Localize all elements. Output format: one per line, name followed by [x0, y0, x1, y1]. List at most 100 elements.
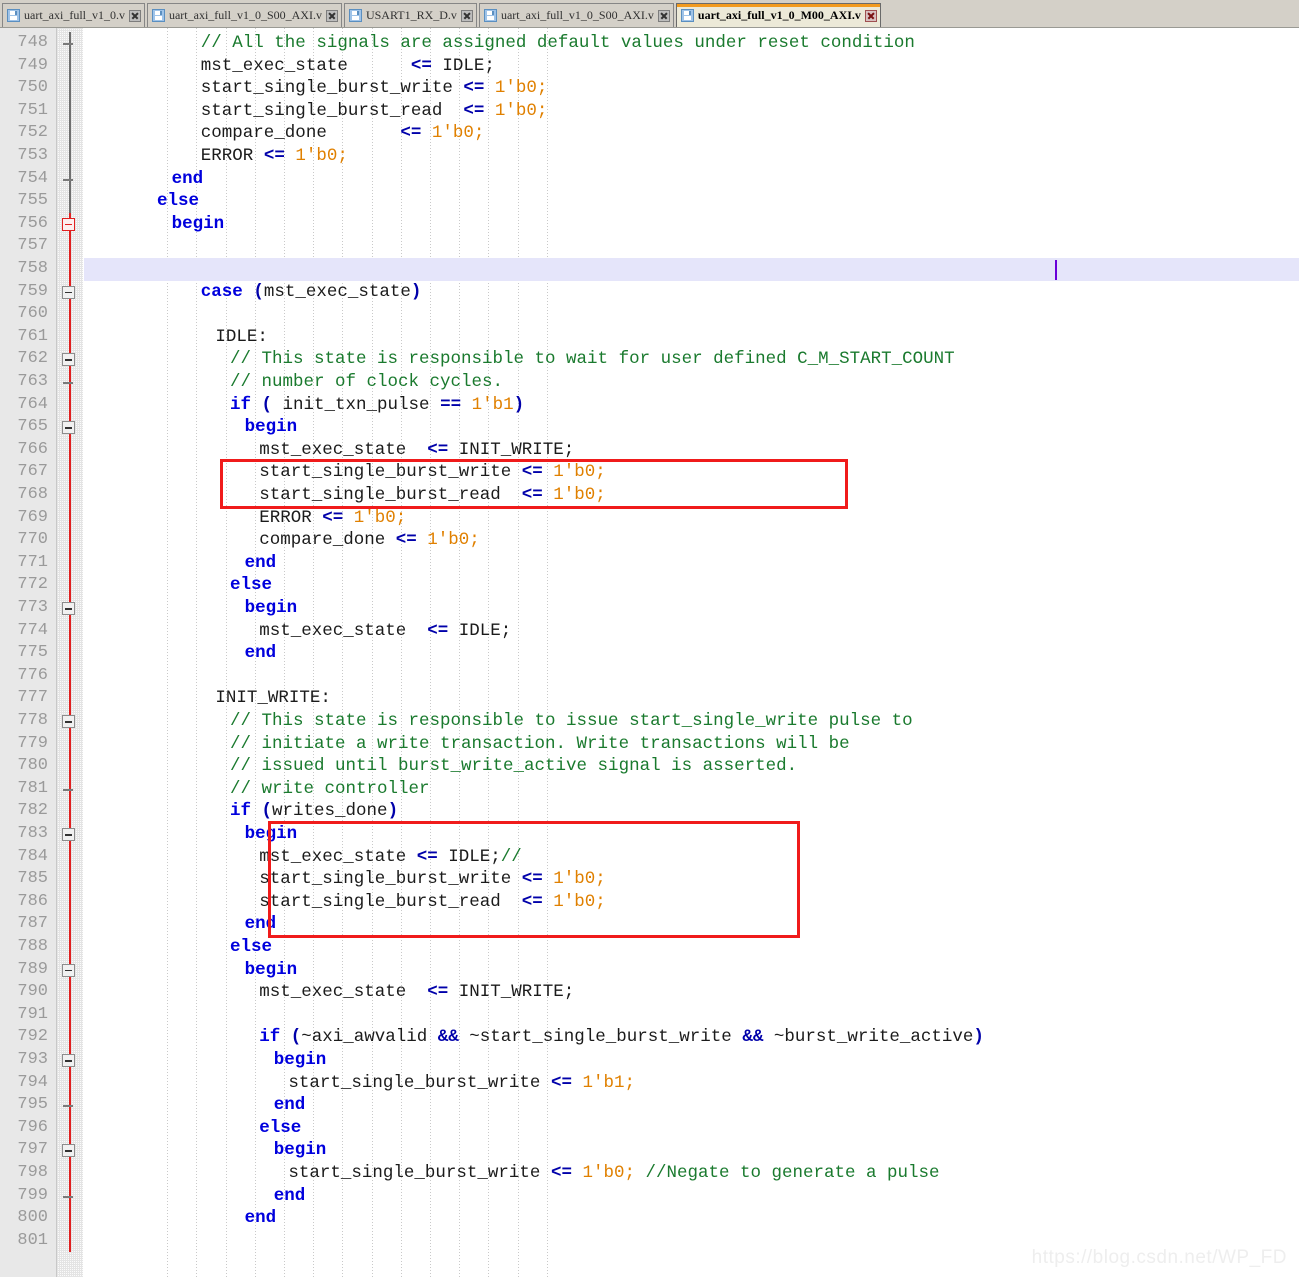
close-icon[interactable] [325, 9, 338, 22]
code-line[interactable]: ERROR <= 1'b0; [84, 507, 1299, 530]
code-token-op: && [437, 1027, 470, 1048]
fold-collapse-icon[interactable] [62, 828, 75, 841]
fold-collapse-icon[interactable] [62, 1054, 75, 1067]
line-number: 767 [17, 462, 48, 482]
code-line[interactable]: INIT_WRITE: [84, 687, 1299, 710]
fold-collapse-icon[interactable] [62, 217, 75, 231]
code-line[interactable]: begin [84, 1139, 1299, 1162]
code-line[interactable]: begin [84, 597, 1299, 620]
editor-tab-3[interactable]: uart_axi_full_v1_0_S00_AXI.v [478, 3, 674, 27]
code-line[interactable]: end [84, 1185, 1299, 1208]
code-line[interactable]: if ( init_txn_pulse == 1'b1) [84, 394, 1299, 417]
editor-tab-4[interactable]: uart_axi_full_v1_0_M00_AXI.v [675, 3, 881, 27]
code-token-num: 1'b0; [427, 530, 480, 551]
line-number: 790 [17, 982, 48, 1002]
fold-collapse-icon[interactable] [62, 285, 75, 299]
editor-tab-label: USART1_RX_D.v [365, 8, 457, 22]
code-line[interactable]: end [84, 913, 1299, 936]
code-editor-pane[interactable]: 748 749 750 751 752 753 754 755 756 757 758 759 760 7… [0, 28, 1299, 1277]
code-token-num: 1'b0; [553, 869, 606, 890]
code-token-cmt: // This state is responsible to issue st… [230, 711, 913, 731]
code-line[interactable]: else [84, 190, 1299, 213]
code-line[interactable]: start_single_burst_write <= 1'b0; [84, 868, 1299, 891]
code-line[interactable]: else [84, 574, 1299, 597]
fold-collapse-icon[interactable] [62, 421, 75, 435]
code-line[interactable]: start_single_burst_write <= 1'b1; [84, 1072, 1299, 1095]
line-number: 777 [17, 688, 48, 708]
fold-collapse-icon[interactable] [62, 602, 75, 615]
editor-tab-2[interactable]: USART1_RX_D.v [343, 3, 477, 27]
code-line[interactable]: else [84, 1117, 1299, 1140]
code-line[interactable]: // issued until burst_write_active signa… [84, 755, 1299, 778]
code-line[interactable]: // All the signals are assigned default … [84, 32, 1299, 55]
fold-collapse-icon[interactable] [62, 963, 75, 977]
code-line[interactable]: end [84, 552, 1299, 575]
editor-tab-label: uart_axi_full_v1_0_M00_AXI.v [697, 8, 861, 22]
line-number: 789 [17, 959, 48, 979]
code-line[interactable]: end [84, 1207, 1299, 1230]
code-line[interactable]: mst_exec_state <= INIT_WRITE; [84, 981, 1299, 1004]
code-token-op: <= [263, 146, 296, 166]
code-line[interactable]: mst_exec_state <= IDLE; [84, 55, 1299, 78]
code-line[interactable]: begin [84, 823, 1299, 846]
code-line[interactable]: // initiate a write transaction. Write t… [84, 733, 1299, 756]
code-line[interactable]: end [84, 168, 1299, 191]
code-text-area[interactable]: // All the signals are assigned default … [84, 28, 1299, 1277]
code-line[interactable]: mst_exec_state <= IDLE; [84, 620, 1299, 643]
code-line[interactable]: compare_done <= 1'b0; [84, 529, 1299, 552]
code-token-txt: writes_done [272, 801, 388, 822]
code-token-kw: begin [244, 417, 298, 438]
close-icon[interactable] [657, 9, 670, 22]
code-token-num: 1'b1; [582, 1072, 635, 1093]
code-token-op: ) [410, 281, 422, 302]
code-line[interactable]: // This state is responsible to wait for… [84, 348, 1299, 371]
code-line[interactable]: if (writes_done) [84, 800, 1299, 823]
code-line[interactable]: end [84, 642, 1299, 665]
line-number: 785 [17, 869, 48, 889]
close-icon[interactable] [128, 9, 141, 22]
line-number: 760 [17, 304, 48, 324]
line-number: 763 [17, 372, 48, 391]
code-line[interactable]: begin [84, 1049, 1299, 1072]
code-line[interactable]: case (mst_exec_state) [84, 281, 1299, 304]
code-line[interactable]: start_single_burst_write <= 1'b0; //Nega… [84, 1162, 1299, 1185]
code-line[interactable] [84, 665, 1299, 688]
file-icon [348, 9, 362, 22]
code-token-kw: case [200, 281, 254, 302]
fold-collapse-icon[interactable] [62, 715, 75, 728]
fold-collapse-icon[interactable] [62, 353, 75, 367]
code-line[interactable]: mst_exec_state <= IDLE;// [84, 846, 1299, 869]
code-line[interactable]: IDLE: [84, 326, 1299, 349]
code-line[interactable] [84, 235, 1299, 258]
code-line[interactable]: end [84, 1094, 1299, 1117]
code-line[interactable] [84, 1004, 1299, 1027]
close-icon[interactable] [460, 9, 473, 22]
code-line[interactable]: start_single_burst_read <= 1'b0; [84, 484, 1299, 507]
code-token-op: ( [290, 1027, 302, 1048]
code-line[interactable]: // This state is responsible to issue st… [84, 710, 1299, 733]
code-line[interactable]: start_single_burst_read <= 1'b0; [84, 891, 1299, 914]
code-line[interactable]: start_single_burst_write <= 1'b0; [84, 77, 1299, 100]
code-line[interactable]: compare_done <= 1'b0; [84, 122, 1299, 145]
code-line[interactable]: // write controller [84, 778, 1299, 801]
code-line[interactable]: start_single_burst_read <= 1'b0; [84, 100, 1299, 123]
code-line[interactable]: else [84, 936, 1299, 959]
fold-collapse-icon[interactable] [62, 1144, 75, 1158]
code-token-op: <= [463, 78, 495, 99]
code-line[interactable]: begin [84, 416, 1299, 439]
line-number: 768 [17, 485, 48, 504]
code-line[interactable]: // number of clock cycles. [84, 371, 1299, 394]
code-line[interactable]: begin [84, 213, 1299, 236]
line-number: 794 [17, 1072, 48, 1092]
line-number: 773 [17, 598, 48, 617]
code-line[interactable] [84, 303, 1299, 326]
code-line[interactable]: if (~axi_awvalid && ~start_single_burst_… [84, 1026, 1299, 1049]
code-line[interactable]: start_single_burst_write <= 1'b0; [84, 461, 1299, 484]
code-line[interactable]: mst_exec_state <= INIT_WRITE; [84, 439, 1299, 462]
close-icon[interactable] [864, 9, 877, 22]
code-line[interactable]: ERROR <= 1'b0; [84, 145, 1299, 168]
editor-tab-1[interactable]: uart_axi_full_v1_0_S00_AXI.v [146, 3, 342, 27]
code-token-kw: if [259, 1027, 291, 1048]
editor-tab-0[interactable]: uart_axi_full_v1_0.v [2, 3, 145, 27]
code-line[interactable]: begin [84, 959, 1299, 982]
